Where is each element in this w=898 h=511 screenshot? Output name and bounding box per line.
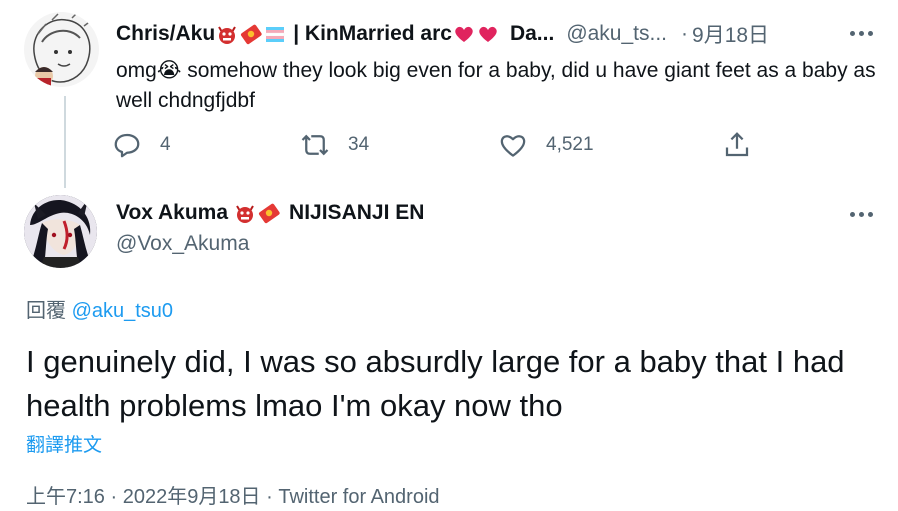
share-icon xyxy=(725,132,749,157)
retweet-button[interactable]: 34 xyxy=(300,128,369,162)
avatar[interactable] xyxy=(24,12,99,87)
heart-icon xyxy=(500,135,526,157)
more-options-icon[interactable] xyxy=(850,30,878,38)
reply-prefix: 回覆 xyxy=(26,300,66,322)
parent-name-tail: Da... xyxy=(509,22,555,45)
main-display-name[interactable]: Vox Akuma xyxy=(116,201,228,225)
like-button[interactable]: 4,521 xyxy=(498,128,594,162)
tweet-timestamp-source[interactable]: 上午7:16 · 2022年9月18日 · Twitter for Androi… xyxy=(26,480,440,509)
more-options-icon[interactable] xyxy=(850,211,878,219)
reply-count: 4 xyxy=(160,134,171,155)
main-name-suffix: NIJISANJI EN xyxy=(289,201,425,224)
reply-button[interactable]: 4 xyxy=(112,128,171,162)
main-handle[interactable]: @Vox_Akuma xyxy=(116,232,249,256)
transgender-flag-icon xyxy=(266,27,285,42)
like-count: 4,521 xyxy=(546,134,594,155)
oni-mask-icon xyxy=(236,205,254,223)
share-button[interactable] xyxy=(722,128,752,162)
parent-action-bar: 4 34 4,521 xyxy=(112,128,762,162)
main-tweet-text: I genuinely did, I was so absurdly large… xyxy=(26,344,845,423)
parent-tweet-text: omg😭 somehow they look big even for a ba… xyxy=(116,59,876,112)
speech-bubble-icon xyxy=(114,133,140,158)
separator-dot: · xyxy=(681,22,689,45)
parent-name-suffix: | KinMarried arc xyxy=(293,22,452,45)
reply-to-handle-link[interactable]: @aku_tsu0 xyxy=(72,300,173,322)
retweet-count: 34 xyxy=(348,134,370,155)
translate-tweet-link[interactable]: 翻譯推文 xyxy=(26,430,102,457)
main-display-name-row: Vox Akuma NIJISANJI EN xyxy=(116,201,424,225)
red-envelope-icon xyxy=(241,24,262,45)
parent-date[interactable]: 9月18日 xyxy=(692,19,769,49)
parent-display-name[interactable]: Chris/Aku xyxy=(116,22,215,46)
red-heart-icon xyxy=(455,26,473,42)
parent-tweet-header: Chris/Aku | KinMarried arc Da... @aku_ts… xyxy=(116,20,878,48)
replying-to: 回覆 @aku_tsu0 xyxy=(26,294,173,323)
oni-mask-icon xyxy=(218,26,237,44)
avatar[interactable] xyxy=(24,195,97,268)
retweet-icon xyxy=(301,134,329,156)
thread-connector-line xyxy=(64,96,66,188)
red-heart-icon xyxy=(479,26,497,42)
parent-handle[interactable]: @aku_ts... xyxy=(566,22,667,46)
red-envelope-icon xyxy=(259,203,280,224)
